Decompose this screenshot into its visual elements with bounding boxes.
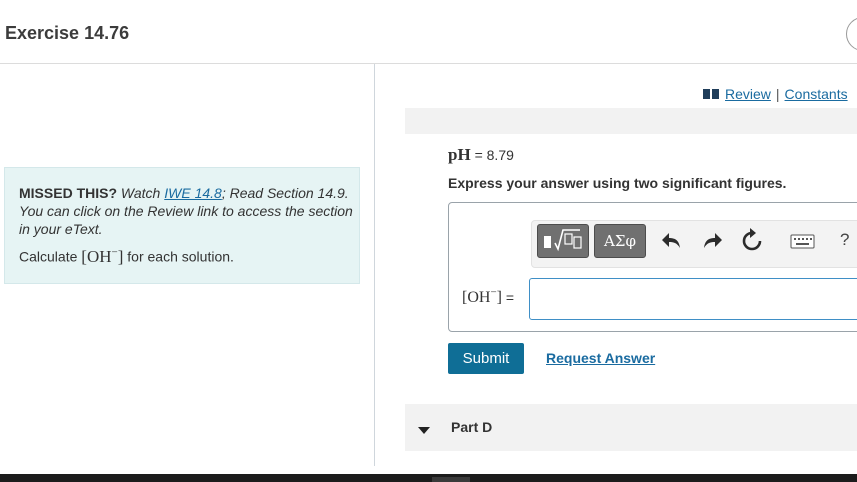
answer-label-species: OH bbox=[467, 289, 491, 307]
help-button[interactable]: ? bbox=[840, 230, 849, 250]
part-d-label: Part D bbox=[451, 419, 493, 435]
links-separator: | bbox=[775, 86, 780, 102]
bottom-bar bbox=[0, 474, 857, 482]
ph-value: = 8.79 bbox=[474, 147, 514, 163]
submit-button[interactable]: Submit bbox=[448, 343, 524, 374]
hydroxide-expression: [OH−] bbox=[81, 246, 124, 266]
redo-icon[interactable] bbox=[700, 227, 724, 255]
calculate-instruction: Calculate [OH−] for each solution. bbox=[19, 246, 234, 267]
column-divider bbox=[374, 64, 375, 466]
hydroxide-charge: − bbox=[111, 246, 118, 258]
templates-icon bbox=[544, 229, 582, 252]
answer-label-expression: [OH−] bbox=[462, 287, 502, 307]
caret-down-icon[interactable] bbox=[418, 422, 430, 440]
missed-this-label: MISSED THIS? bbox=[19, 185, 118, 201]
book-icon bbox=[703, 87, 719, 103]
answer-area: ΑΣφ ? [OH−] = bbox=[448, 202, 857, 332]
reset-icon[interactable] bbox=[740, 227, 764, 255]
exercise-header: Exercise 14.76 bbox=[0, 4, 857, 64]
iwe-link[interactable]: IWE 14.8 bbox=[164, 185, 222, 201]
answer-label-charge: − bbox=[490, 287, 497, 299]
answer-input[interactable] bbox=[529, 278, 857, 320]
bottom-bar-tab bbox=[432, 477, 470, 482]
ph-symbol: pH bbox=[448, 145, 471, 164]
calculate-prefix: Calculate bbox=[19, 248, 78, 265]
review-link[interactable]: Review bbox=[725, 86, 771, 102]
header-circle-button[interactable] bbox=[846, 17, 857, 51]
symbols-button[interactable]: ΑΣφ bbox=[594, 224, 646, 258]
constants-link[interactable]: Constants bbox=[785, 86, 848, 102]
ph-given: pH = 8.79 bbox=[448, 145, 514, 165]
keyboard-icon[interactable] bbox=[790, 227, 816, 255]
calculate-suffix: for each solution. bbox=[127, 248, 234, 265]
request-answer-link[interactable]: Request Answer bbox=[546, 350, 655, 366]
templates-button[interactable] bbox=[537, 224, 589, 258]
hydroxide-species: OH bbox=[86, 246, 112, 266]
answer-label: [OH−] = bbox=[462, 287, 514, 307]
review-links: Review | Constants bbox=[703, 86, 848, 103]
hint-text: MISSED THIS? Watch IWE 14.8; Read Sectio… bbox=[19, 184, 355, 238]
page-title: Exercise 14.76 bbox=[5, 23, 130, 43]
math-toolbar: ΑΣφ ? bbox=[531, 220, 857, 268]
answer-instruction: Express your answer using two significan… bbox=[448, 175, 787, 191]
hint-panel: MISSED THIS? Watch IWE 14.8; Read Sectio… bbox=[4, 167, 360, 284]
answer-label-equals: = bbox=[505, 289, 515, 306]
part-header-band bbox=[405, 108, 857, 134]
part-d-header[interactable]: Part D bbox=[405, 404, 857, 451]
undo-icon[interactable] bbox=[660, 227, 684, 255]
watch-text: Watch bbox=[120, 185, 161, 201]
